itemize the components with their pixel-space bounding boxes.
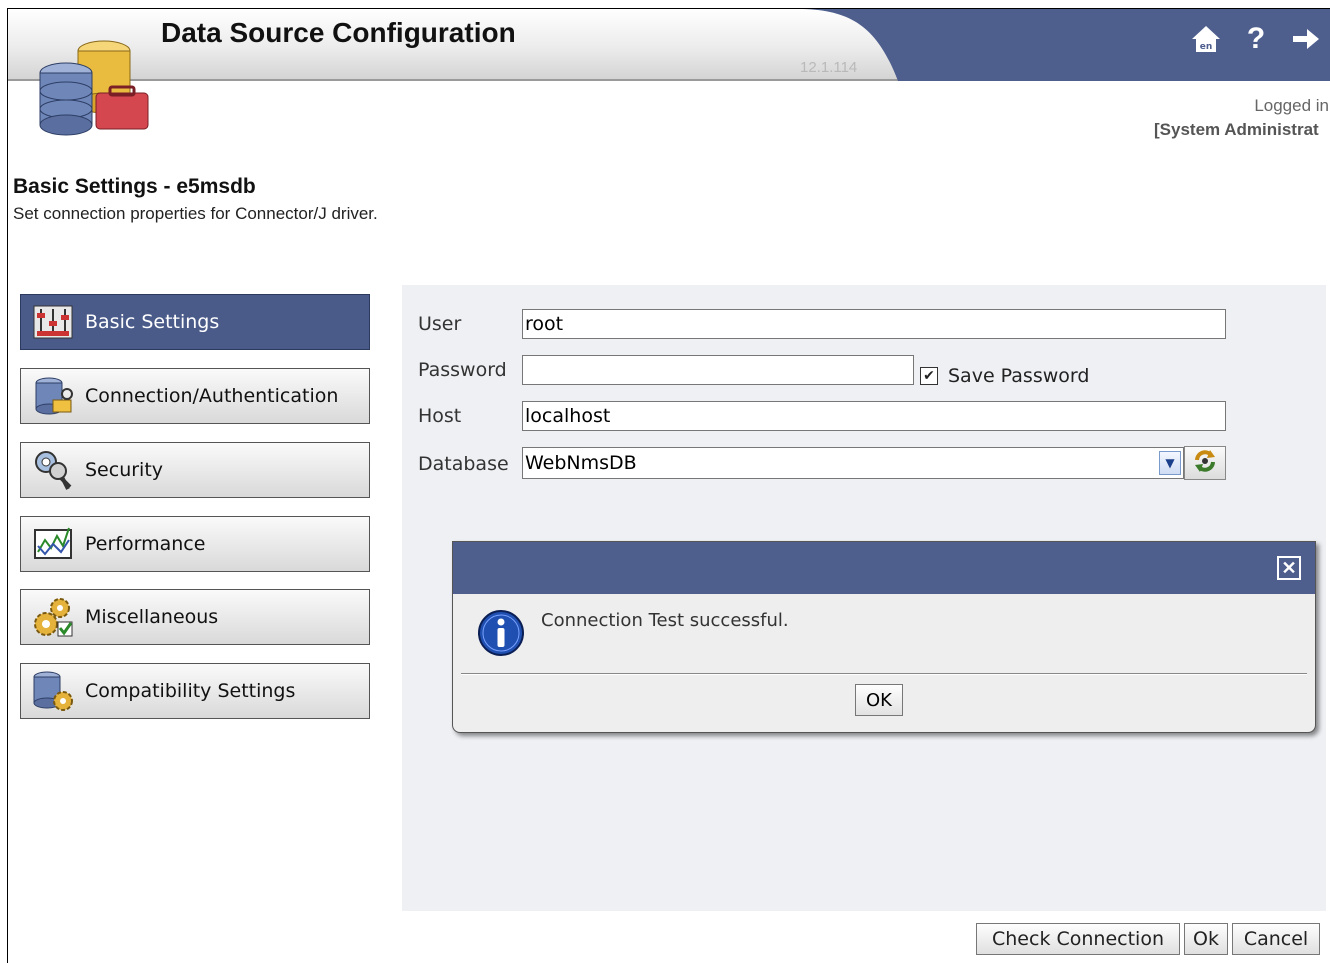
database-gear-icon [31,669,75,713]
save-password-label: Save Password [948,365,1090,387]
sidebar-item-label: Performance [85,533,206,555]
sidebar-item-label: Connection/Authentication [85,385,339,407]
page-subtitle: Set connection properties for Connector/… [13,204,378,223]
gears-icon [31,595,75,639]
dialog-message: Connection Test successful. [541,610,789,631]
sidebar-item-label: Security [85,459,164,481]
database-select[interactable]: WebNmsDB ▼ [522,447,1184,479]
sidebar-item-label: Basic Settings [85,311,220,333]
password-input[interactable] [522,355,914,385]
help-icon[interactable]: ? [1240,22,1272,56]
close-icon[interactable]: ✕ [1277,556,1301,580]
app-title: Data Source Configuration [161,17,516,48]
checkbox-checked-icon[interactable]: ✔ [920,367,938,385]
header-toolbar: en ? [1190,19,1322,59]
sidebar-item-basic-settings[interactable]: Basic Settings [20,294,370,350]
info-icon [478,610,524,656]
sidebar-item-label: Miscellaneous [85,606,219,628]
check-connection-button[interactable]: Check Connection [976,923,1180,955]
host-input[interactable] [522,401,1226,431]
user-label: User [418,313,462,335]
chart-icon [31,522,75,566]
version-label: 12.1.114 [800,59,858,76]
database-logo-icon [39,40,149,136]
database-label: Database [418,453,509,475]
home-icon[interactable]: en [1190,22,1222,56]
host-label: Host [418,405,462,427]
database-key-icon [31,374,75,418]
dialog-titlebar: ✕ [453,542,1315,594]
save-password-checkbox[interactable]: ✔ Save Password [920,365,1089,387]
refresh-databases-button[interactable] [1184,446,1226,480]
sidebar-item-security[interactable]: Security [20,442,370,498]
password-label: Password [418,359,507,381]
sidebar-item-label: Compatibility Settings [85,680,296,702]
sidebar-item-performance[interactable]: Performance [20,516,370,572]
keys-icon [31,448,75,492]
user-input[interactable] [522,309,1226,339]
sliders-icon [31,300,75,344]
dialog-ok-button[interactable]: OK [855,684,903,716]
ok-button[interactable]: Ok [1184,923,1228,955]
logged-in-label: Logged in [1254,96,1329,115]
page-title: Basic Settings - e5msdb [13,175,256,198]
svg-text:en: en [1200,42,1213,52]
message-dialog: ✕ Connection Test successful. OK [452,541,1316,733]
sidebar-item-connection-authentication[interactable]: Connection/Authentication [20,368,370,424]
chevron-down-icon[interactable]: ▼ [1159,451,1181,475]
sidebar-item-miscellaneous[interactable]: Miscellaneous [20,589,370,645]
user-role: [System Administrat [1154,120,1319,139]
database-selected-value: WebNmsDB [525,452,637,474]
app-window: Data Source Configuration 12.1.114 en ? … [7,8,1330,963]
dialog-divider [461,673,1307,675]
cancel-button[interactable]: Cancel [1232,923,1320,955]
refresh-icon [1192,448,1218,479]
logout-icon[interactable] [1290,22,1322,56]
sidebar-item-compatibility-settings[interactable]: Compatibility Settings [20,663,370,719]
